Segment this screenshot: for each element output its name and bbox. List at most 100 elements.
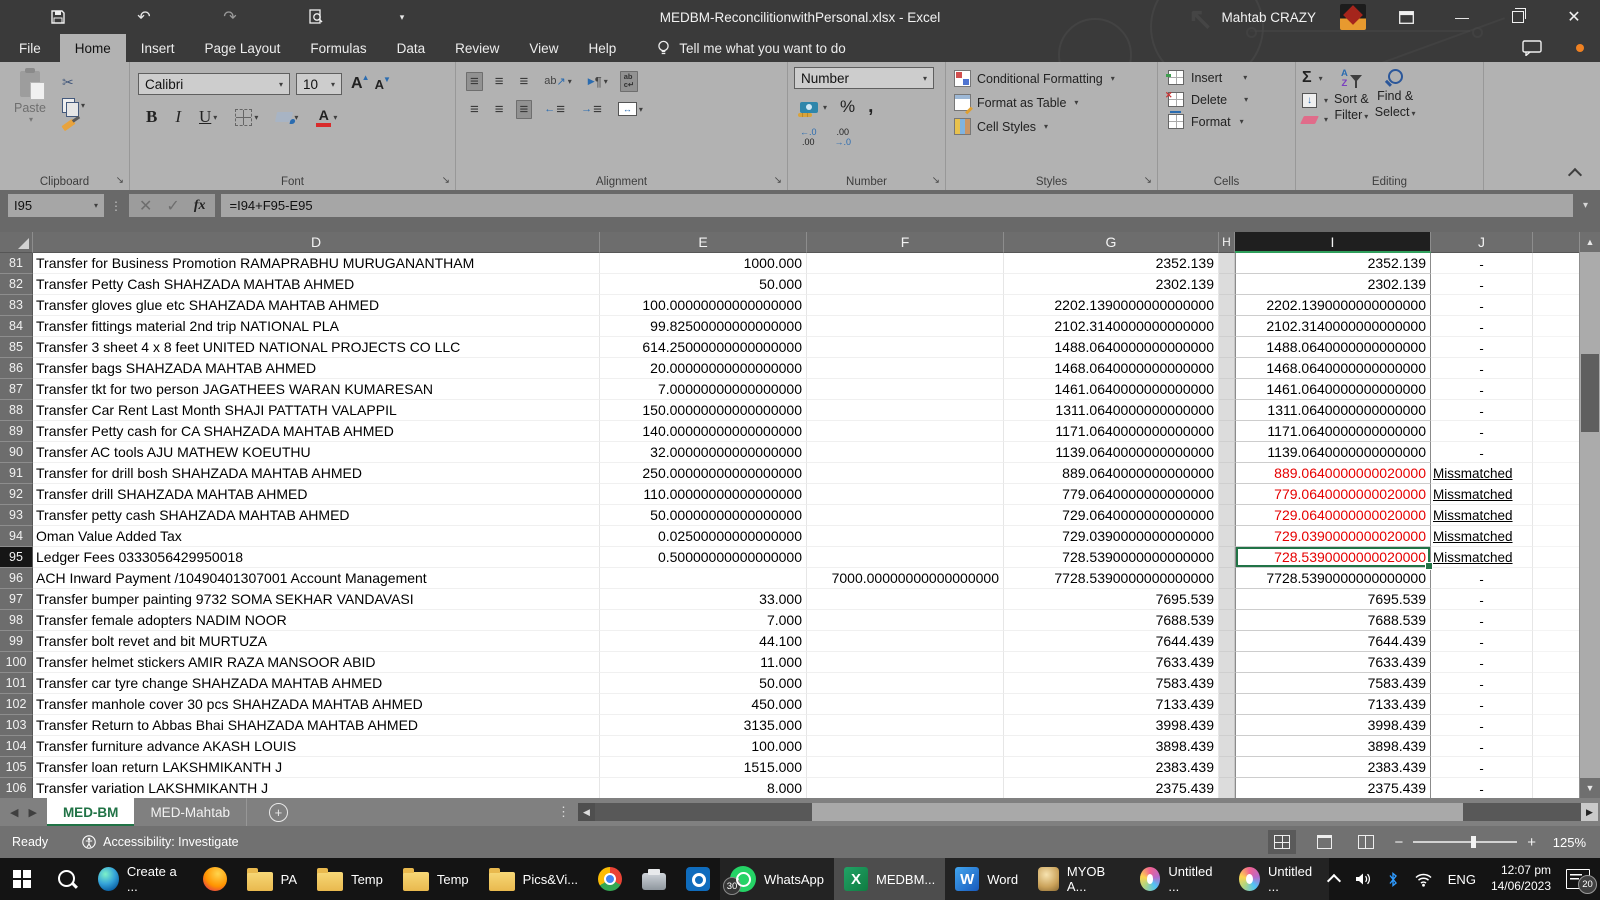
- cell-J99[interactable]: -: [1431, 631, 1533, 652]
- row-header-85[interactable]: 85: [0, 337, 33, 358]
- cell-D87[interactable]: Transfer tkt for two person JAGATHEES WA…: [33, 379, 600, 400]
- font-color-button[interactable]: A ▾: [312, 106, 341, 129]
- alignment-dialog-launcher[interactable]: ↘: [774, 176, 782, 186]
- cell-H102[interactable]: [1219, 694, 1235, 715]
- cell-E90[interactable]: 32.00000000000000000: [600, 442, 807, 463]
- cell-J97[interactable]: -: [1431, 589, 1533, 610]
- sheet-nav-left-arrow[interactable]: ◀: [0, 806, 28, 819]
- row-header-91[interactable]: 91: [0, 463, 33, 484]
- taskbar-item-firefox[interactable]: [193, 858, 237, 900]
- cell-J100[interactable]: -: [1431, 652, 1533, 673]
- cell-I102[interactable]: 7133.439: [1235, 694, 1431, 715]
- italic-button[interactable]: I: [171, 105, 185, 129]
- cell-F101[interactable]: [807, 673, 1004, 694]
- cell-F103[interactable]: [807, 715, 1004, 736]
- cell-H87[interactable]: [1219, 379, 1235, 400]
- increase-font-size-button[interactable]: A ▲: [348, 73, 370, 93]
- copy-button[interactable]: ▾: [62, 98, 85, 117]
- cell-H98[interactable]: [1219, 610, 1235, 631]
- cell-D95[interactable]: Ledger Fees 0333056429950018: [33, 547, 600, 568]
- cell-J82[interactable]: -: [1431, 274, 1533, 295]
- cell-I101[interactable]: 7583.439: [1235, 673, 1431, 694]
- cell-F97[interactable]: [807, 589, 1004, 610]
- row-header-90[interactable]: 90: [0, 442, 33, 463]
- cell-F89[interactable]: [807, 421, 1004, 442]
- accessibility-checker[interactable]: Accessibility: Investigate: [82, 835, 239, 849]
- row-header-100[interactable]: 100: [0, 652, 33, 673]
- cell-H91[interactable]: [1219, 463, 1235, 484]
- cell-G92[interactable]: 779.0640000000000000: [1004, 484, 1219, 505]
- fill-color-button[interactable]: ▾: [272, 110, 302, 124]
- cell-G105[interactable]: 2383.439: [1004, 757, 1219, 778]
- cell-E99[interactable]: 44.100: [600, 631, 807, 652]
- cell-E103[interactable]: 3135.000: [600, 715, 807, 736]
- zoom-out-button[interactable]: −: [1394, 834, 1403, 851]
- cell-D82[interactable]: Transfer Petty Cash SHAHZADA MAHTAB AHME…: [33, 274, 600, 295]
- cell-D101[interactable]: Transfer car tyre change SHAHZADA MAHTAB…: [33, 673, 600, 694]
- taskbar-clock[interactable]: 12:07 pm 14/06/2023: [1491, 863, 1551, 894]
- column-header-D[interactable]: D: [33, 232, 600, 253]
- scroll-down-arrow[interactable]: ▼: [1580, 778, 1600, 798]
- cell-J91[interactable]: Missmatched: [1431, 463, 1533, 484]
- cell-E85[interactable]: 614.25000000000000000: [600, 337, 807, 358]
- taskbar-item-outlook[interactable]: [676, 858, 720, 900]
- cell-E93[interactable]: 50.00000000000000000: [600, 505, 807, 526]
- cell-H96[interactable]: [1219, 568, 1235, 589]
- row-header-97[interactable]: 97: [0, 589, 33, 610]
- cell-G94[interactable]: 729.0390000000000000: [1004, 526, 1219, 547]
- ribbon-display-options-button[interactable]: [1390, 4, 1422, 30]
- format-cells-button[interactable]: Format ▾: [1168, 111, 1289, 129]
- cell-E97[interactable]: 33.000: [600, 589, 807, 610]
- cell-I103[interactable]: 3998.439: [1235, 715, 1431, 736]
- tab-review[interactable]: Review: [440, 34, 514, 62]
- cell-G87[interactable]: 1461.0640000000000000: [1004, 379, 1219, 400]
- cell-F102[interactable]: [807, 694, 1004, 715]
- cell-D88[interactable]: Transfer Car Rent Last Month SHAJI PATTA…: [33, 400, 600, 421]
- cell-E84[interactable]: 99.82500000000000000: [600, 316, 807, 337]
- cell-D96[interactable]: ACH Inward Payment /10490401307001 Accou…: [33, 568, 600, 589]
- cell-E87[interactable]: 7.00000000000000000: [600, 379, 807, 400]
- cell-D100[interactable]: Transfer helmet stickers AMIR RAZA MANSO…: [33, 652, 600, 673]
- text-direction-button[interactable]: ▶ ¶ ▾: [584, 72, 612, 91]
- row-header-105[interactable]: 105: [0, 757, 33, 778]
- cell-H86[interactable]: [1219, 358, 1235, 379]
- row-header-98[interactable]: 98: [0, 610, 33, 631]
- cell-F83[interactable]: [807, 295, 1004, 316]
- paste-button[interactable]: Paste ▾: [6, 68, 54, 172]
- cell-I97[interactable]: 7695.539: [1235, 589, 1431, 610]
- print-preview-button[interactable]: [306, 7, 326, 27]
- cell-I93[interactable]: 729.0640000000020000: [1235, 505, 1431, 526]
- name-box[interactable]: I95 ▾: [8, 194, 104, 217]
- save-button[interactable]: [48, 7, 68, 27]
- insert-function-button[interactable]: fx: [194, 198, 206, 214]
- sheet-tab-med-mahtab[interactable]: MED-Mahtab: [134, 798, 247, 826]
- cell-H88[interactable]: [1219, 400, 1235, 421]
- cell-E91[interactable]: 250.00000000000000000: [600, 463, 807, 484]
- cancel-formula-button[interactable]: ✕: [139, 196, 152, 216]
- cell-D93[interactable]: Transfer petty cash SHAHZADA MAHTAB AHME…: [33, 505, 600, 526]
- cell-E86[interactable]: 20.00000000000000000: [600, 358, 807, 379]
- cell-J93[interactable]: Missmatched: [1431, 505, 1533, 526]
- wrap-text-button[interactable]: ab c↵: [619, 71, 639, 92]
- restore-button[interactable]: [1502, 4, 1534, 30]
- cell-H103[interactable]: [1219, 715, 1235, 736]
- cell-styles-button[interactable]: Cell Styles ▾: [954, 118, 1151, 135]
- cell-E106[interactable]: 8.000: [600, 778, 807, 798]
- cell-F90[interactable]: [807, 442, 1004, 463]
- cell-I98[interactable]: 7688.539: [1235, 610, 1431, 631]
- tab-data[interactable]: Data: [382, 34, 441, 62]
- cell-F98[interactable]: [807, 610, 1004, 631]
- tab-home[interactable]: Home: [59, 34, 126, 62]
- taskbar-item-edge[interactable]: Create a ...: [88, 858, 193, 900]
- tab-help[interactable]: Help: [573, 34, 631, 62]
- vertical-scrollbar[interactable]: ▲ ▼: [1579, 232, 1600, 798]
- cell-F87[interactable]: [807, 379, 1004, 400]
- taskbar-item-folder[interactable]: PA: [237, 858, 307, 900]
- taskbar-item-start[interactable]: [0, 858, 44, 900]
- collapse-ribbon-button[interactable]: [1567, 167, 1583, 183]
- cell-G88[interactable]: 1311.0640000000000000: [1004, 400, 1219, 421]
- row-header-96[interactable]: 96: [0, 568, 33, 589]
- normal-view-button[interactable]: [1268, 830, 1297, 854]
- decrease-font-size-button[interactable]: A ▼: [372, 75, 391, 92]
- cell-H97[interactable]: [1219, 589, 1235, 610]
